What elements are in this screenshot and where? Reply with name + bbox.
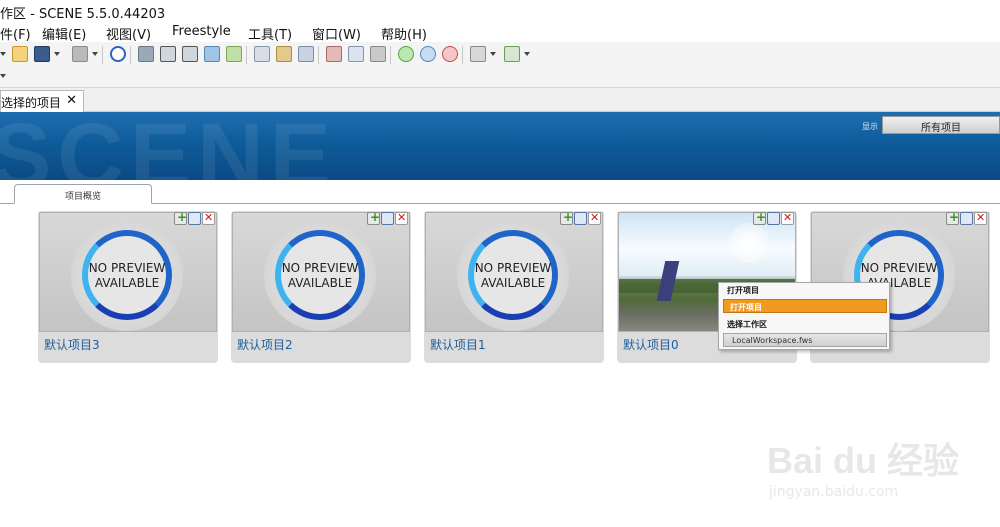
- cloud-green-icon[interactable]: [398, 46, 414, 62]
- context-header-open: 打开项目: [727, 286, 759, 295]
- project-preview[interactable]: NO PREVIEW AVAILABLE: [425, 212, 603, 332]
- close-icon[interactable]: ✕: [66, 93, 77, 108]
- project-name[interactable]: 默认项目2: [237, 336, 293, 353]
- project-context-menu: 打开项目 打开项目 选择工作区 LocalWorkspace.fws: [718, 282, 890, 350]
- add-icon[interactable]: [946, 210, 959, 225]
- add-icon[interactable]: [560, 210, 573, 225]
- save-icon[interactable]: [34, 46, 50, 62]
- edit-icon[interactable]: [381, 212, 394, 225]
- edit-icon[interactable]: [188, 212, 201, 225]
- toolbar-divider: [390, 46, 391, 64]
- project-preview[interactable]: NO PREVIEW AVAILABLE: [39, 212, 217, 332]
- chevron-down-icon[interactable]: [0, 74, 6, 78]
- menu-view[interactable]: 视图(V): [106, 24, 151, 43]
- no-preview-text: NO PREVIEW AVAILABLE: [281, 261, 359, 290]
- edit-icon[interactable]: [574, 212, 587, 225]
- scene-banner: SCENE 显示 所有项目: [0, 112, 1000, 180]
- delete-icon[interactable]: [588, 211, 601, 225]
- menu-tools[interactable]: 工具(T): [248, 24, 292, 43]
- tab-selected-projects[interactable]: 选择的项目 ✕: [0, 90, 84, 112]
- project-preview[interactable]: NO PREVIEW AVAILABLE: [232, 212, 410, 332]
- window-title: 作区 - SCENE 5.5.0.44203: [0, 7, 166, 22]
- page-icon[interactable]: [348, 46, 364, 62]
- delete-icon[interactable]: [974, 211, 987, 225]
- home-icon[interactable]: [204, 46, 220, 62]
- add-icon[interactable]: [753, 210, 766, 225]
- edit-icon[interactable]: [767, 212, 780, 225]
- chevron-down-icon[interactable]: [54, 52, 60, 56]
- menu-edit[interactable]: 编辑(E): [42, 24, 86, 43]
- help-icon[interactable]: [110, 46, 126, 62]
- view-tabs: 项目概览: [0, 180, 1000, 205]
- toolbar-divider: [130, 46, 131, 64]
- no-preview-text: NO PREVIEW AVAILABLE: [88, 261, 166, 290]
- toolbar-divider: [462, 46, 463, 64]
- toolbar-divider: [318, 46, 319, 64]
- window-title-bar: 作区 - SCENE 5.5.0.44203: [0, 0, 1000, 22]
- print-icon[interactable]: [72, 46, 88, 62]
- chevron-down-icon[interactable]: [524, 52, 530, 56]
- open-icon[interactable]: [12, 46, 28, 62]
- 1-2-icon[interactable]: [182, 46, 198, 62]
- watermark-url: jingyan.baidu.com: [769, 484, 899, 500]
- stack-icon[interactable]: [370, 46, 386, 62]
- image-icon[interactable]: [226, 46, 242, 62]
- record-icon[interactable]: [470, 46, 486, 62]
- delete-icon[interactable]: [781, 211, 794, 225]
- refresh-icon[interactable]: [276, 46, 292, 62]
- menu-file[interactable]: 件(F): [0, 24, 31, 43]
- project-card[interactable]: NO PREVIEW AVAILABLE 默认项目2: [231, 210, 411, 363]
- watermark-brand: Bai du 经验: [767, 440, 960, 481]
- main-toolbar: [0, 42, 1000, 68]
- tab-label: 选择的项目: [1, 96, 62, 110]
- scan-icon[interactable]: [138, 46, 154, 62]
- toolbar-divider: [102, 46, 103, 64]
- no-preview-badge: NO PREVIEW AVAILABLE: [457, 219, 569, 331]
- window-icon[interactable]: [326, 46, 342, 62]
- export-icon[interactable]: [504, 46, 520, 62]
- toolbar-divider: [246, 46, 247, 64]
- no-preview-text: NO PREVIEW AVAILABLE: [474, 261, 552, 290]
- cloud-blue-icon[interactable]: [420, 46, 436, 62]
- no-preview-badge: NO PREVIEW AVAILABLE: [264, 219, 376, 331]
- all-projects-button[interactable]: 所有项目: [882, 116, 1000, 134]
- tab-project-overview[interactable]: 项目概览: [14, 184, 152, 204]
- banner-watermark: SCENE: [0, 112, 337, 180]
- context-header-workspace: 选择工作区: [727, 320, 767, 329]
- document-tab-strip: 选择的项目 ✕: [0, 88, 1000, 112]
- project-card[interactable]: NO PREVIEW AVAILABLE 默认项目3: [38, 210, 218, 363]
- menu-help[interactable]: 帮助(H): [381, 24, 427, 43]
- cloud-red-icon[interactable]: [442, 46, 458, 62]
- baidu-watermark: Bai du 经验 jingyan.baidu.com: [765, 422, 995, 512]
- menu-freestyle[interactable]: Freestyle: [172, 24, 231, 39]
- no-preview-badge: NO PREVIEW AVAILABLE: [71, 219, 183, 331]
- chevron-down-icon[interactable]: [92, 52, 98, 56]
- add-icon[interactable]: [367, 210, 380, 225]
- project-name[interactable]: 默认项目3: [44, 336, 100, 353]
- menu-window[interactable]: 窗口(W): [312, 24, 361, 43]
- project-name[interactable]: 默认项目0: [623, 336, 679, 353]
- 3d-view-icon[interactable]: [160, 46, 176, 62]
- menu-bar: 件(F) 编辑(E) 视图(V) Freestyle 工具(T) 窗口(W) 帮…: [0, 22, 1000, 43]
- edit-icon[interactable]: [960, 212, 973, 225]
- download-icon[interactable]: [298, 46, 314, 62]
- chevron-down-icon[interactable]: [0, 52, 6, 56]
- delete-icon[interactable]: [202, 211, 215, 225]
- layout-icon[interactable]: [254, 46, 270, 62]
- secondary-toolbar: [0, 68, 1000, 88]
- delete-icon[interactable]: [395, 211, 408, 225]
- context-workspace-item[interactable]: LocalWorkspace.fws: [723, 333, 887, 347]
- project-name[interactable]: 默认项目1: [430, 336, 486, 353]
- chevron-down-icon[interactable]: [490, 52, 496, 56]
- add-icon[interactable]: [174, 210, 187, 225]
- context-open-project[interactable]: 打开项目: [723, 299, 887, 313]
- display-label: 显示: [862, 122, 878, 131]
- project-card[interactable]: NO PREVIEW AVAILABLE 默认项目1: [424, 210, 604, 363]
